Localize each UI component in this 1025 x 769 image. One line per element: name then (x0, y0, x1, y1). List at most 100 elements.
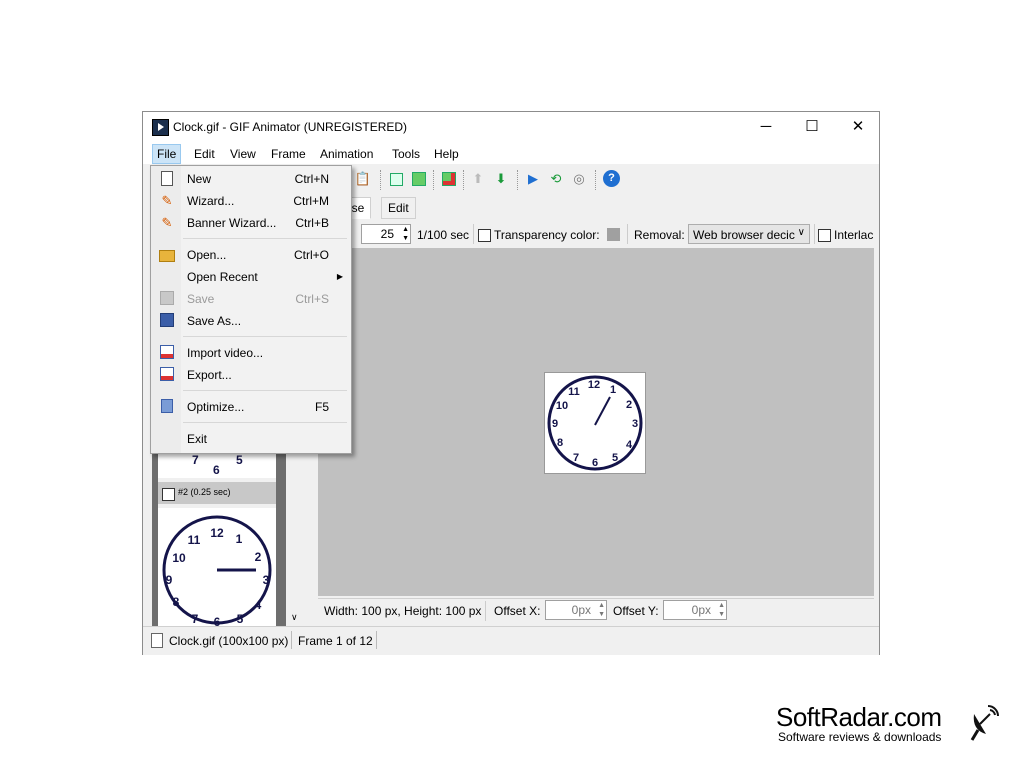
editing-canvas[interactable]: 12 1 2 3 4 5 6 7 8 9 10 11 (318, 248, 874, 596)
menu-item-new[interactable]: New Ctrl+N (153, 168, 349, 190)
transparency-label: Transparency color: (494, 228, 600, 242)
separator (627, 224, 628, 244)
svg-text:8: 8 (173, 595, 180, 609)
satellite-dish-icon (970, 705, 999, 741)
menu-item-import-video[interactable]: Import video... (153, 342, 349, 364)
tab-edit[interactable]: Edit (381, 197, 416, 219)
menu-separator (183, 238, 347, 239)
svg-text:3: 3 (263, 573, 270, 587)
toolbar-separator (433, 170, 435, 190)
menu-edit[interactable]: Edit (190, 145, 219, 163)
menu-animation[interactable]: Animation (316, 145, 377, 163)
move-down-icon[interactable]: ⬇ (491, 169, 511, 189)
clock-frame-image[interactable]: 12 1 2 3 4 5 6 7 8 9 10 11 (544, 372, 646, 474)
transparency-color-swatch[interactable] (607, 228, 620, 241)
menu-item-wizard[interactable]: ✎ Wizard... Ctrl+M (153, 190, 349, 212)
menu-help[interactable]: Help (430, 145, 463, 163)
offset-y-input[interactable]: 0px ▲ ▼ (663, 600, 727, 620)
minimize-button[interactable]: ─ (743, 112, 789, 142)
status-file: Clock.gif (100x100 px) (169, 634, 289, 648)
separator (485, 601, 486, 621)
removal-label: Removal: (634, 228, 685, 242)
frame-header[interactable]: #2 (0.25 sec) (158, 482, 276, 504)
clock-image: 12 1 2 3 4 5 6 7 8 9 10 11 (547, 375, 643, 471)
toolbar-separator (463, 170, 465, 190)
paste-icon[interactable]: 📋 (353, 169, 373, 189)
menu-item-banner-wizard[interactable]: ✎ Banner Wizard... Ctrl+B (153, 212, 349, 234)
offset-x-input[interactable]: 0px ▲ ▼ (545, 600, 607, 620)
frame-size-text: Width: 100 px, Height: 100 px (324, 604, 482, 618)
clock-number: 10 (556, 400, 568, 412)
clock-number: 4 (626, 439, 633, 451)
svg-text:11: 11 (188, 533, 201, 547)
frame-thumbnail[interactable]: 12 1 2 345 678 9 10 11 (158, 508, 276, 629)
svg-text:2: 2 (255, 550, 262, 564)
offset-x-label: Offset X: (494, 604, 541, 618)
spin-icon[interactable]: ▲ ▼ (598, 601, 605, 619)
app-icon (152, 119, 169, 136)
clock-number: 12 (588, 379, 600, 391)
submenu-arrow-icon: ▶ (336, 272, 343, 281)
clock-number: 7 (573, 452, 579, 464)
svg-text:10: 10 (172, 551, 186, 565)
menu-item-exit[interactable]: Exit (153, 428, 349, 450)
separator (376, 631, 377, 649)
frame-checkbox[interactable] (162, 488, 175, 501)
window-title: Clock.gif - GIF Animator (UNREGISTERED) (173, 120, 408, 134)
menu-separator (183, 390, 347, 391)
svg-text:6: 6 (214, 615, 221, 626)
clock-number: 1 (610, 384, 616, 396)
svg-text:4: 4 (255, 598, 262, 612)
help-icon[interactable]: ? (602, 169, 622, 189)
menu-item-save-as[interactable]: Save As... (153, 310, 349, 332)
menu-item-open[interactable]: Open... Ctrl+O (153, 244, 349, 266)
frame-info-bar: Width: 100 px, Height: 100 px Offset X: … (318, 598, 874, 623)
optimize-icon (159, 399, 175, 415)
menu-item-save[interactable]: Save Ctrl+S (153, 288, 349, 310)
clock-thumbnail: 12 12 345 678 91011 (162, 515, 272, 629)
delay-input[interactable]: 25 ▲ ▼ (361, 224, 411, 244)
add-frame-icon[interactable] (409, 169, 429, 189)
maximize-button[interactable]: ☐ (789, 112, 835, 142)
status-frame: Frame 1 of 12 (298, 634, 373, 648)
spin-icon[interactable]: ▲ ▼ (718, 601, 725, 619)
frame-properties-bar: v: 25 ▲▼ 1/100 sec Transparency color: R… (318, 222, 874, 248)
menu-frame[interactable]: Frame (267, 145, 310, 163)
transparency-checkbox[interactable] (478, 229, 491, 242)
removal-select[interactable]: Web browser decic ∨ (688, 224, 810, 244)
svg-text:12: 12 (210, 526, 224, 540)
toolbar-separator (595, 170, 597, 190)
delete-frame-icon[interactable] (439, 169, 459, 189)
menu-item-export[interactable]: Export... (153, 364, 349, 386)
menu-view[interactable]: View (226, 145, 260, 163)
move-up-icon[interactable]: ⬆ (468, 169, 488, 189)
import-video-icon (159, 345, 175, 361)
clock-number: 11 (568, 386, 580, 398)
new-document-icon (159, 171, 175, 187)
menu-file[interactable]: File (152, 144, 182, 164)
menu-bar: File Edit View Frame Animation Tools Hel… (143, 142, 879, 164)
clock-number: 6 (592, 457, 598, 469)
title-bar[interactable]: Clock.gif - GIF Animator (UNREGISTERED) … (143, 112, 879, 142)
close-button[interactable]: ✕ (835, 112, 881, 142)
clock-number: 5 (612, 452, 618, 464)
save-disk-icon (159, 291, 175, 307)
loop-icon[interactable]: ⟲ (546, 169, 566, 189)
frame-icon[interactable] (386, 169, 406, 189)
menu-item-optimize[interactable]: Optimize... F5 (153, 396, 349, 418)
menu-item-open-recent[interactable]: Open Recent ▶ (153, 266, 349, 288)
delay-unit: 1/100 sec (417, 228, 470, 242)
svg-text:5: 5 (237, 612, 244, 626)
interlace-checkbox[interactable] (818, 229, 831, 242)
scroll-down-icon[interactable]: ∨ (291, 612, 298, 623)
play-icon[interactable]: ▶ (523, 169, 543, 189)
spin-icon[interactable]: ▲ ▼ (402, 225, 409, 243)
clock-number: 2 (626, 399, 632, 411)
clock-number: 8 (557, 437, 563, 449)
menu-tools[interactable]: Tools (388, 145, 424, 163)
toolbar-separator (380, 170, 382, 190)
timer-icon[interactable]: ◎ (569, 169, 589, 189)
svg-text:7: 7 (192, 612, 199, 626)
brand-tagline: Software reviews & downloads (778, 730, 942, 744)
offset-y-label: Offset Y: (613, 604, 659, 618)
